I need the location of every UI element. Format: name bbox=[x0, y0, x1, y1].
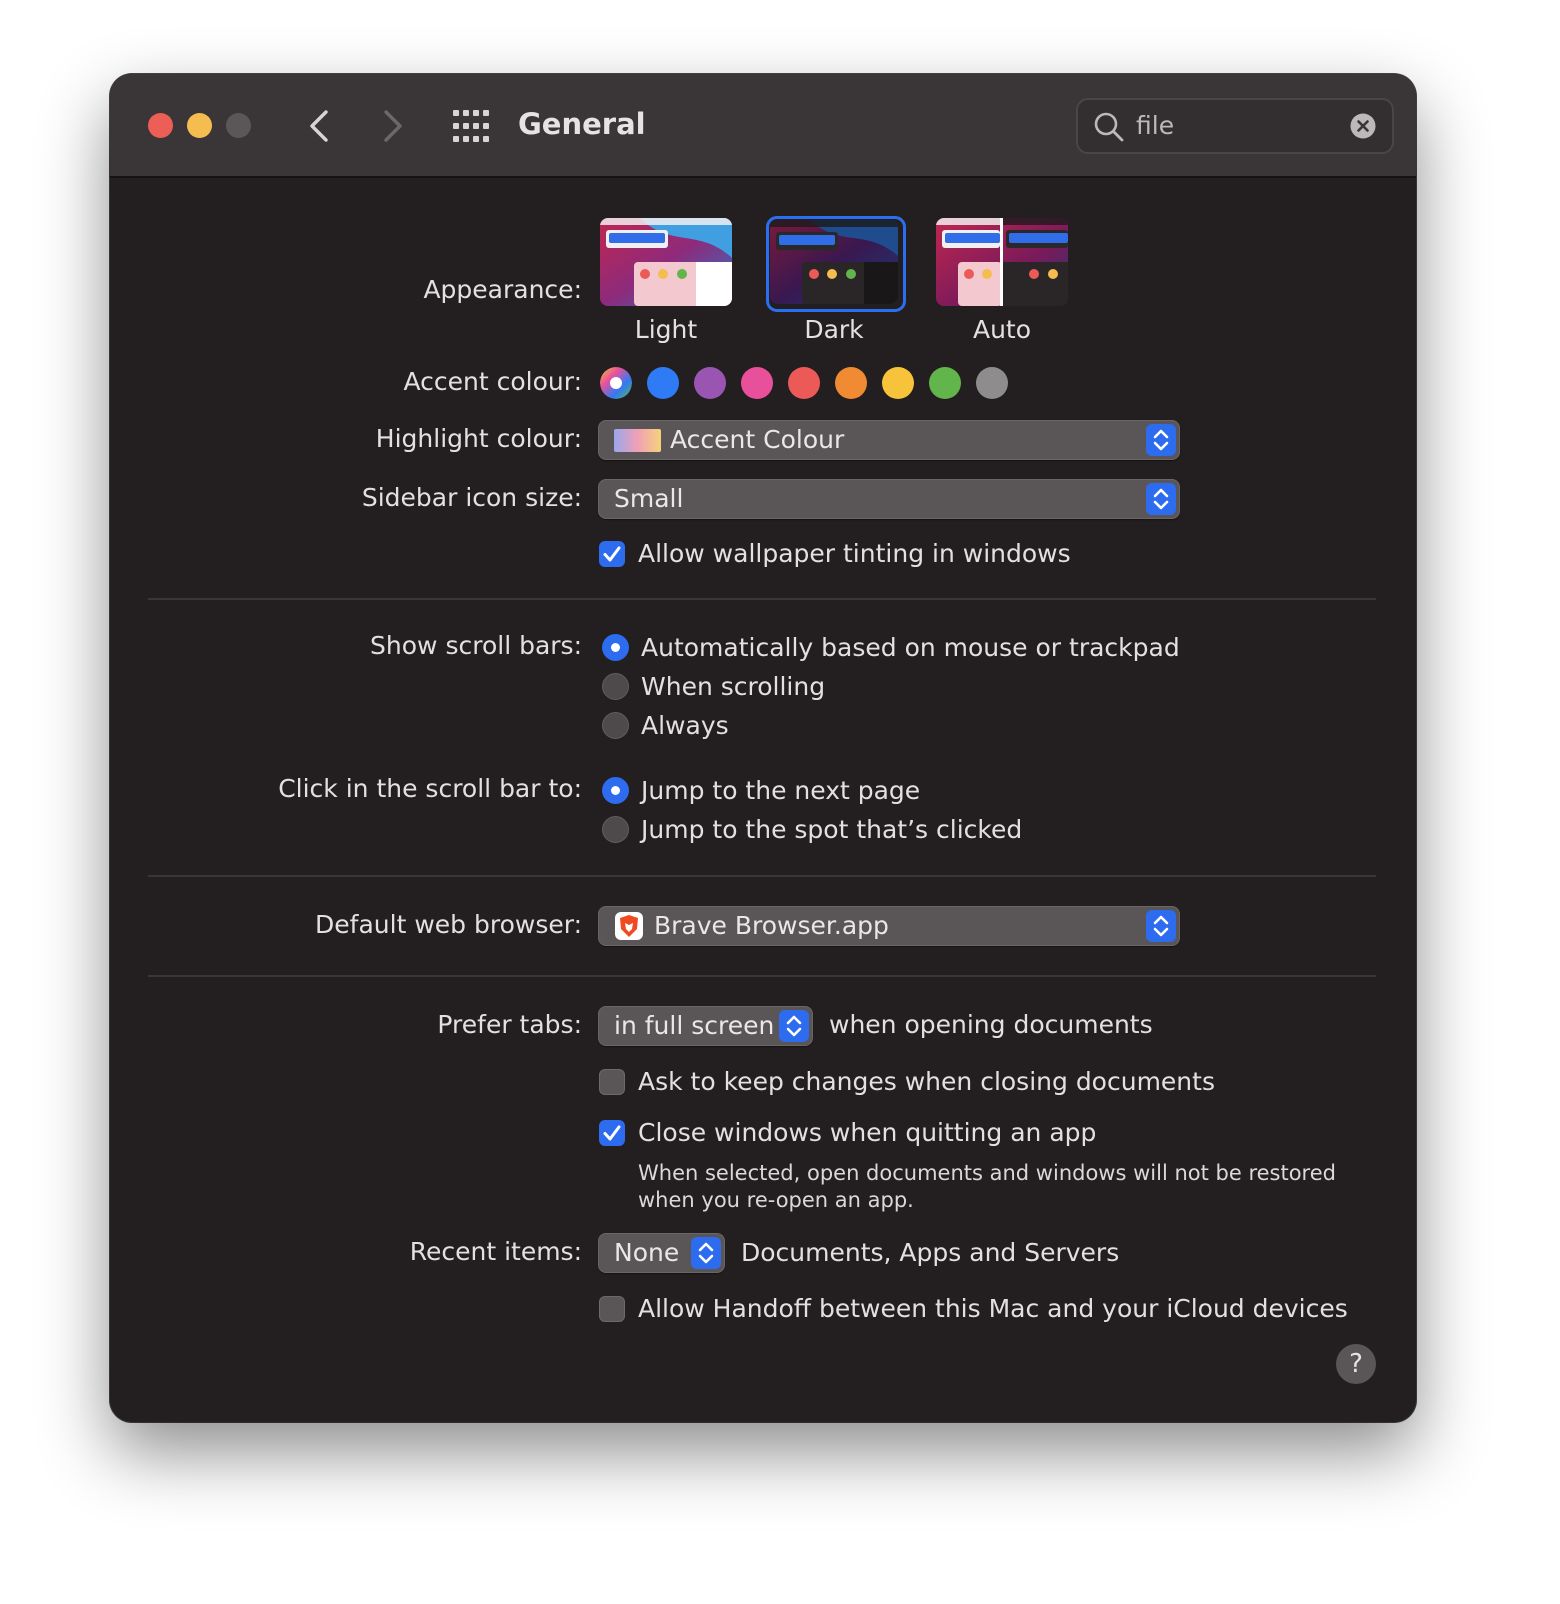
accent-blue-swatch[interactable] bbox=[647, 367, 679, 399]
back-icon[interactable] bbox=[300, 104, 340, 148]
minimize-window-button[interactable] bbox=[187, 113, 212, 138]
default-browser-value: Brave Browser.app bbox=[654, 911, 889, 940]
sidebar-icon-size-popup[interactable]: Small bbox=[598, 479, 1180, 519]
brave-browser-icon bbox=[615, 912, 643, 940]
appearance-auto-option[interactable] bbox=[936, 218, 1068, 306]
ask-keep-changes-label[interactable]: Ask to keep changes when closing documen… bbox=[638, 1066, 1215, 1098]
search-field[interactable]: file bbox=[1076, 98, 1394, 154]
appearance-dark-option[interactable] bbox=[770, 220, 898, 304]
chevron-updown-icon bbox=[1146, 483, 1176, 515]
scroll-click-next-page-radio[interactable] bbox=[602, 777, 629, 804]
accent-pink-swatch[interactable] bbox=[741, 367, 773, 399]
search-icon bbox=[1094, 112, 1124, 142]
accent-green-swatch[interactable] bbox=[929, 367, 961, 399]
sidebar-icon-size-value: Small bbox=[614, 484, 684, 513]
accent-multicolor-swatch[interactable] bbox=[600, 367, 632, 399]
scroll-click-label: Click in the scroll bar to: bbox=[278, 774, 582, 803]
scroll-bars-automatic-radio[interactable] bbox=[602, 634, 629, 661]
highlight-colour-swatch bbox=[614, 429, 661, 452]
scroll-bars-when-scrolling-label[interactable]: When scrolling bbox=[641, 671, 825, 703]
recent-items-value: None bbox=[614, 1238, 680, 1267]
close-windows-checkbox[interactable] bbox=[599, 1120, 625, 1146]
close-window-button[interactable] bbox=[148, 113, 173, 138]
scroll-bars-when-scrolling-radio[interactable] bbox=[602, 673, 629, 700]
accent-red-swatch[interactable] bbox=[788, 367, 820, 399]
forward-icon[interactable] bbox=[372, 104, 412, 148]
ask-keep-changes-checkbox[interactable] bbox=[599, 1069, 625, 1095]
close-windows-note-line1: When selected, open documents and window… bbox=[638, 1161, 1336, 1185]
section-divider bbox=[148, 598, 1376, 600]
wallpaper-tinting-checkbox[interactable] bbox=[599, 541, 625, 567]
chevron-updown-icon bbox=[1146, 910, 1176, 942]
appearance-dark-caption: Dark bbox=[804, 315, 864, 344]
help-button[interactable]: ? bbox=[1336, 1344, 1376, 1384]
accent-graphite-swatch[interactable] bbox=[976, 367, 1008, 399]
auto-appearance-preview bbox=[936, 218, 1068, 306]
default-browser-label: Default web browser: bbox=[315, 910, 582, 939]
highlight-colour-popup[interactable]: Accent Colour bbox=[598, 420, 1180, 460]
accent-yellow-swatch[interactable] bbox=[882, 367, 914, 399]
clear-search-icon[interactable] bbox=[1350, 113, 1376, 139]
appearance-light-caption: Light bbox=[634, 315, 698, 344]
scroll-click-spot-label[interactable]: Jump to the spot that’s clicked bbox=[641, 814, 1022, 846]
accent-purple-swatch[interactable] bbox=[694, 367, 726, 399]
sidebar-icon-size-label: Sidebar icon size: bbox=[361, 483, 582, 512]
search-input[interactable]: file bbox=[1136, 110, 1174, 142]
close-windows-label[interactable]: Close windows when quitting an app bbox=[638, 1117, 1096, 1149]
show-scroll-bars-label: Show scroll bars: bbox=[370, 631, 582, 660]
chevron-updown-icon bbox=[691, 1237, 721, 1269]
prefer-tabs-value: in full screen bbox=[614, 1011, 775, 1040]
prefer-tabs-label: Prefer tabs: bbox=[437, 1010, 582, 1039]
handoff-checkbox[interactable] bbox=[599, 1296, 625, 1322]
window-title: General bbox=[518, 107, 646, 141]
scroll-bars-automatic-label[interactable]: Automatically based on mouse or trackpad bbox=[641, 632, 1180, 664]
scroll-bars-always-radio[interactable] bbox=[602, 712, 629, 739]
handoff-label[interactable]: Allow Handoff between this Mac and your … bbox=[638, 1293, 1348, 1325]
zoom-window-button[interactable] bbox=[226, 113, 251, 138]
prefer-tabs-popup[interactable]: in full screen bbox=[598, 1006, 813, 1046]
appearance-auto-caption: Auto bbox=[972, 315, 1032, 344]
scroll-click-spot-radio[interactable] bbox=[602, 816, 629, 843]
accent-colour-label: Accent colour: bbox=[403, 367, 582, 396]
appearance-light-option[interactable] bbox=[600, 218, 732, 306]
light-appearance-preview bbox=[600, 218, 732, 306]
title-bar: General file bbox=[110, 74, 1416, 178]
chevron-updown-icon bbox=[1146, 424, 1176, 456]
highlight-colour-value: Accent Colour bbox=[670, 425, 845, 454]
show-all-grid-icon[interactable] bbox=[452, 109, 490, 143]
system-preferences-window: General file Appearance: Light Dark Auto… bbox=[110, 74, 1416, 1422]
highlight-colour-label: Highlight colour: bbox=[375, 424, 582, 453]
appearance-label: Appearance: bbox=[423, 275, 582, 304]
recent-items-popup[interactable]: None bbox=[598, 1233, 725, 1273]
accent-orange-swatch[interactable] bbox=[835, 367, 867, 399]
scroll-bars-always-label[interactable]: Always bbox=[641, 710, 729, 742]
default-browser-popup[interactable]: Brave Browser.app bbox=[598, 906, 1180, 946]
close-windows-note-line2: when you re-open an app. bbox=[638, 1188, 914, 1212]
section-divider bbox=[148, 975, 1376, 977]
dark-appearance-preview bbox=[770, 220, 898, 304]
scroll-click-next-page-label[interactable]: Jump to the next page bbox=[641, 775, 920, 807]
recent-items-label: Recent items: bbox=[409, 1237, 582, 1266]
prefer-tabs-suffix: when opening documents bbox=[829, 1010, 1153, 1039]
wallpaper-tinting-label[interactable]: Allow wallpaper tinting in windows bbox=[638, 538, 1071, 570]
chevron-updown-icon bbox=[779, 1010, 809, 1042]
section-divider bbox=[148, 875, 1376, 877]
recent-items-suffix: Documents, Apps and Servers bbox=[741, 1238, 1120, 1267]
